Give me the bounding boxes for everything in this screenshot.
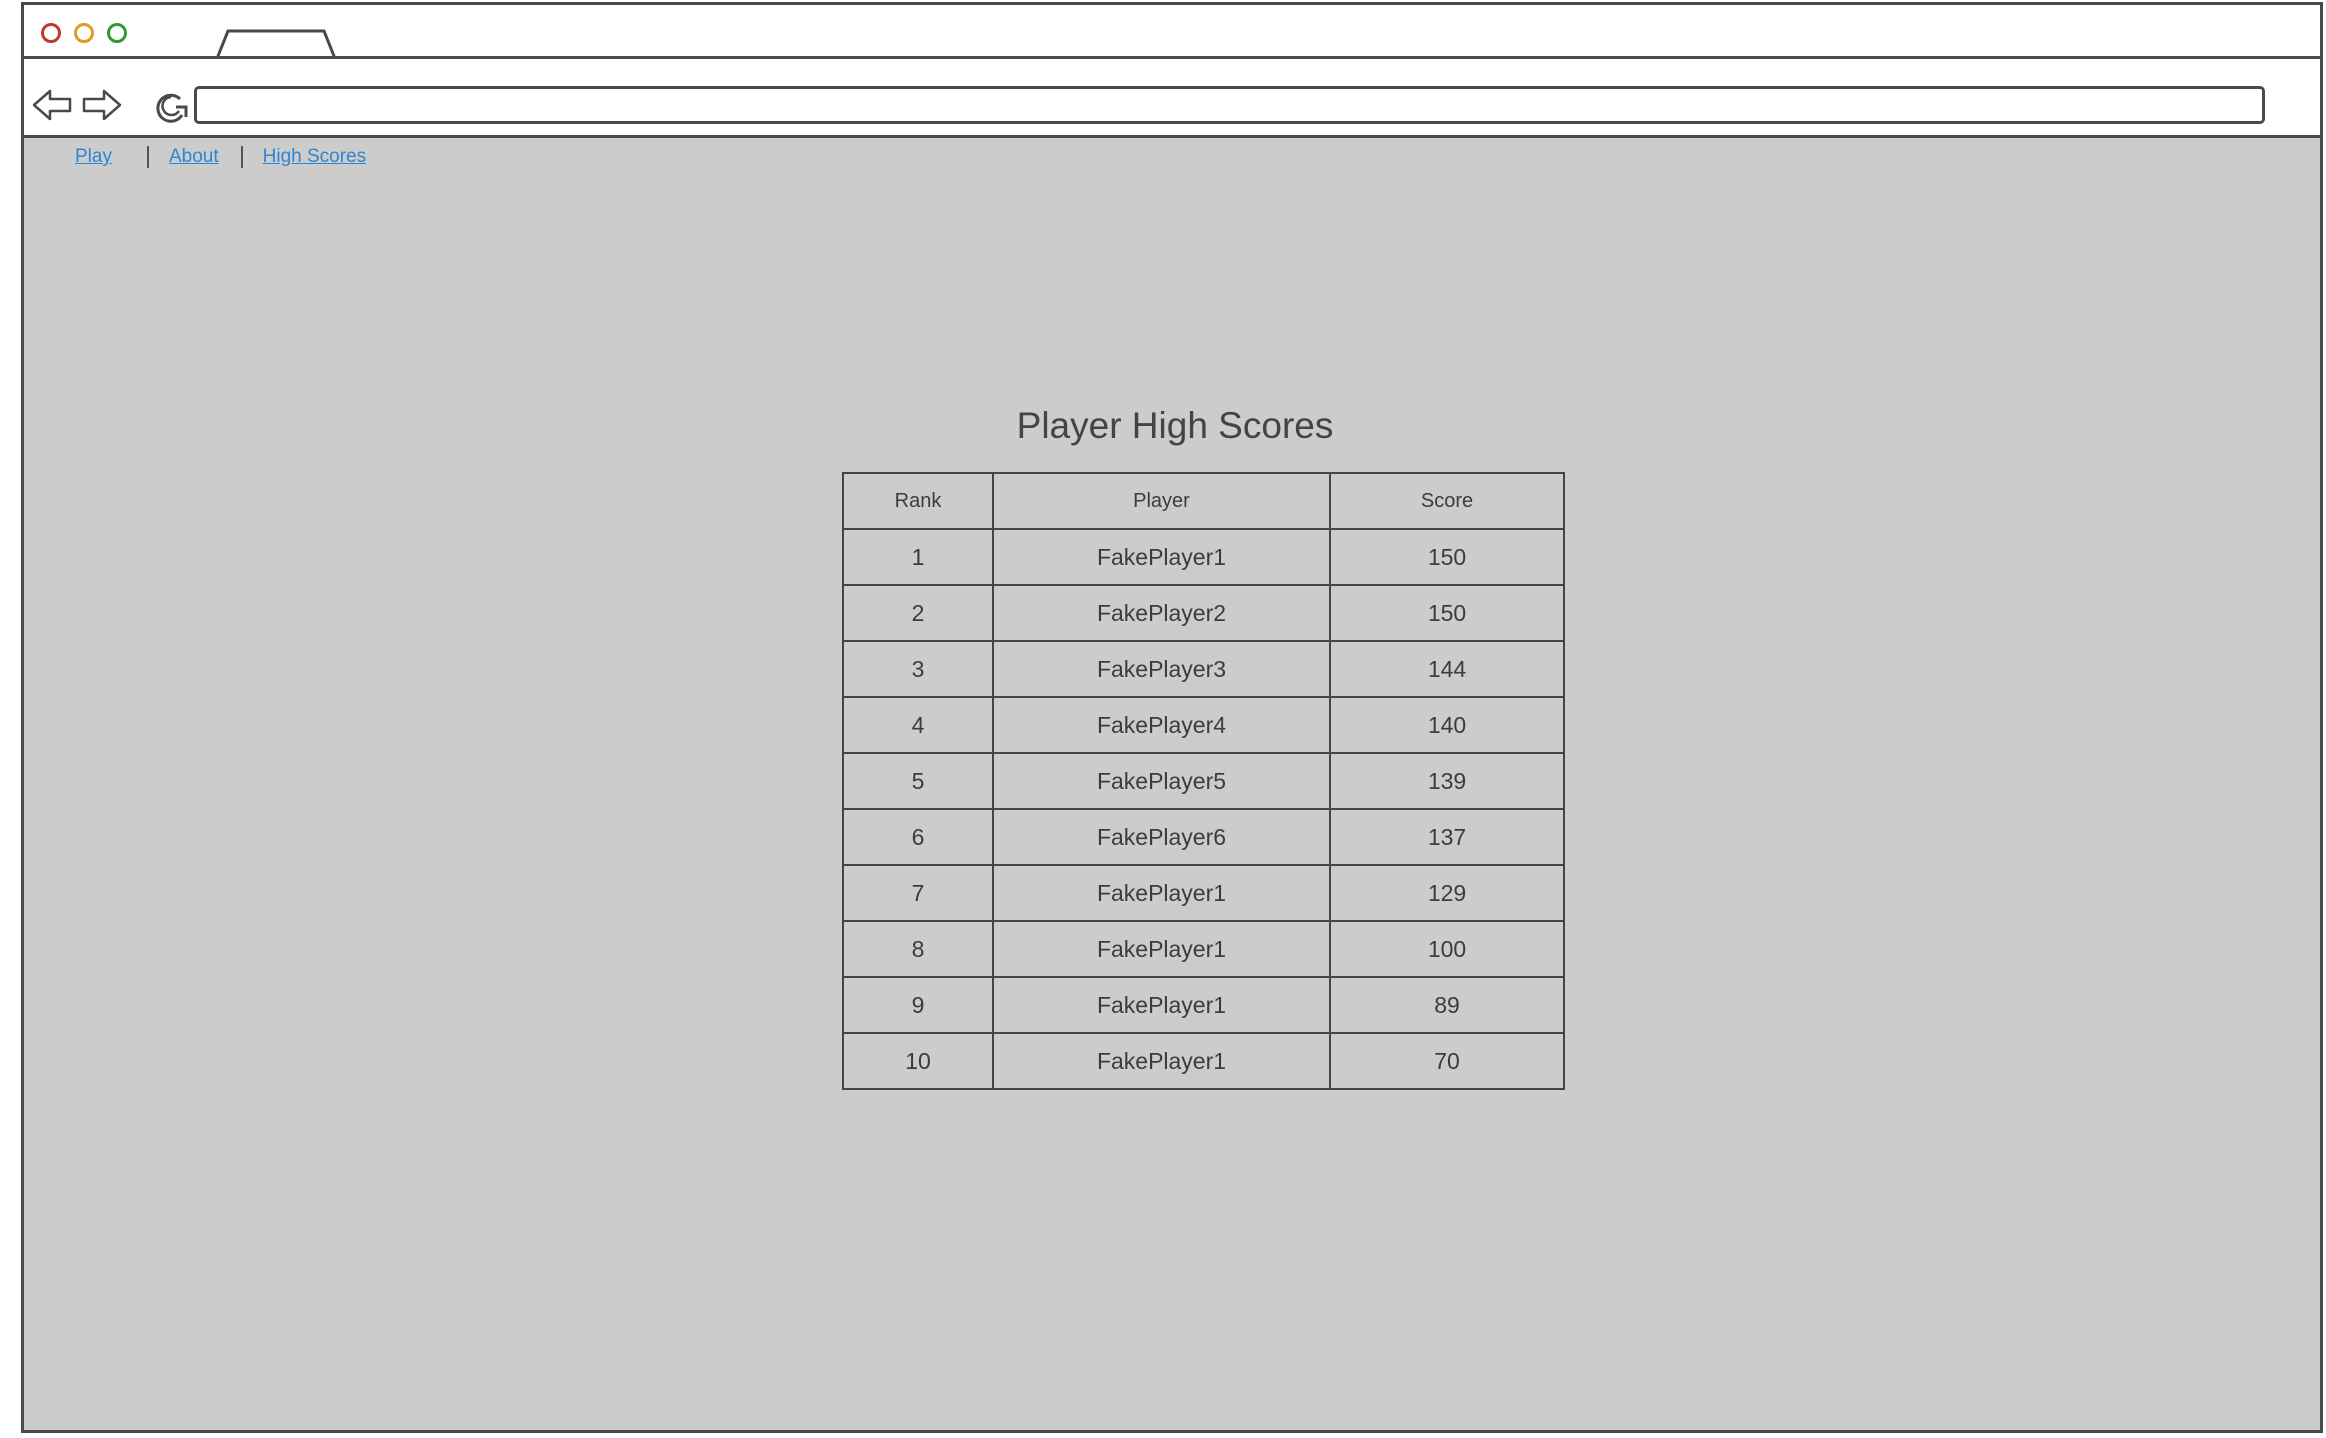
- score-cell: 129: [1329, 864, 1565, 922]
- close-window-button[interactable]: [41, 23, 61, 43]
- rank-cell: 7: [842, 864, 994, 922]
- rank-cell: 1: [842, 528, 994, 586]
- column-header-player: Player: [992, 472, 1331, 530]
- score-cell: 100: [1329, 920, 1565, 978]
- back-arrow-icon[interactable]: [32, 87, 72, 123]
- player-cell: FakePlayer1: [992, 920, 1331, 978]
- score-cell: 89: [1329, 976, 1565, 1034]
- score-cell: 137: [1329, 808, 1565, 866]
- player-cell: FakePlayer2: [992, 584, 1331, 642]
- table-row: 9 FakePlayer1 89: [842, 976, 1565, 1034]
- nav-divider: [146, 146, 149, 168]
- forward-arrow-icon[interactable]: [82, 87, 122, 123]
- score-cell: 139: [1329, 752, 1565, 810]
- table-row: 8 FakePlayer1 100: [842, 920, 1565, 978]
- player-cell: FakePlayer4: [992, 696, 1331, 754]
- rank-cell: 4: [842, 696, 994, 754]
- player-cell: FakePlayer1: [992, 528, 1331, 586]
- score-cell: 150: [1329, 584, 1565, 642]
- table-row: 2 FakePlayer2 150: [842, 584, 1565, 642]
- table-row: 10 FakePlayer1 70: [842, 1032, 1565, 1090]
- browser-window: Play About High Scores Player High Score…: [21, 2, 2323, 1433]
- rank-cell: 6: [842, 808, 994, 866]
- player-cell: FakePlayer6: [992, 808, 1331, 866]
- table-header-row: Rank Player Score: [842, 472, 1565, 530]
- column-header-rank: Rank: [842, 472, 994, 530]
- rank-cell: 3: [842, 640, 994, 698]
- table-row: 7 FakePlayer1 129: [842, 864, 1565, 922]
- reload-icon[interactable]: [152, 89, 190, 127]
- minimize-window-button[interactable]: [74, 23, 94, 43]
- rank-cell: 2: [842, 584, 994, 642]
- rank-cell: 8: [842, 920, 994, 978]
- nav-link-play[interactable]: Play: [75, 146, 112, 168]
- player-cell: FakePlayer1: [992, 976, 1331, 1034]
- maximize-window-button[interactable]: [107, 23, 127, 43]
- site-navigation: Play About High Scores: [24, 142, 366, 172]
- rank-cell: 5: [842, 752, 994, 810]
- rank-cell: 10: [842, 1032, 994, 1090]
- nav-link-high-scores[interactable]: High Scores: [263, 146, 367, 168]
- player-cell: FakePlayer1: [992, 1032, 1331, 1090]
- score-cell: 150: [1329, 528, 1565, 586]
- player-cell: FakePlayer3: [992, 640, 1331, 698]
- rank-cell: 9: [842, 976, 994, 1034]
- score-cell: 144: [1329, 640, 1565, 698]
- table-row: 3 FakePlayer3 144: [842, 640, 1565, 698]
- browser-tab[interactable]: [214, 29, 344, 61]
- address-bar-input[interactable]: [194, 86, 2265, 124]
- column-header-score: Score: [1329, 472, 1565, 530]
- table-row: 1 FakePlayer1 150: [842, 528, 1565, 586]
- player-cell: FakePlayer1: [992, 864, 1331, 922]
- score-cell: 70: [1329, 1032, 1565, 1090]
- nav-link-about[interactable]: About: [169, 146, 219, 168]
- player-cell: FakePlayer5: [992, 752, 1331, 810]
- table-row: 6 FakePlayer6 137: [842, 808, 1565, 866]
- table-row: 4 FakePlayer4 140: [842, 696, 1565, 754]
- high-scores-table: Rank Player Score 1 FakePlayer1 150 2 Fa…: [842, 472, 1565, 1090]
- score-cell: 140: [1329, 696, 1565, 754]
- page-title: Player High Scores: [1016, 405, 1334, 446]
- title-bar: [24, 5, 2320, 61]
- browser-toolbar: [24, 59, 2320, 138]
- nav-divider: [240, 146, 243, 168]
- table-row: 5 FakePlayer5 139: [842, 752, 1565, 810]
